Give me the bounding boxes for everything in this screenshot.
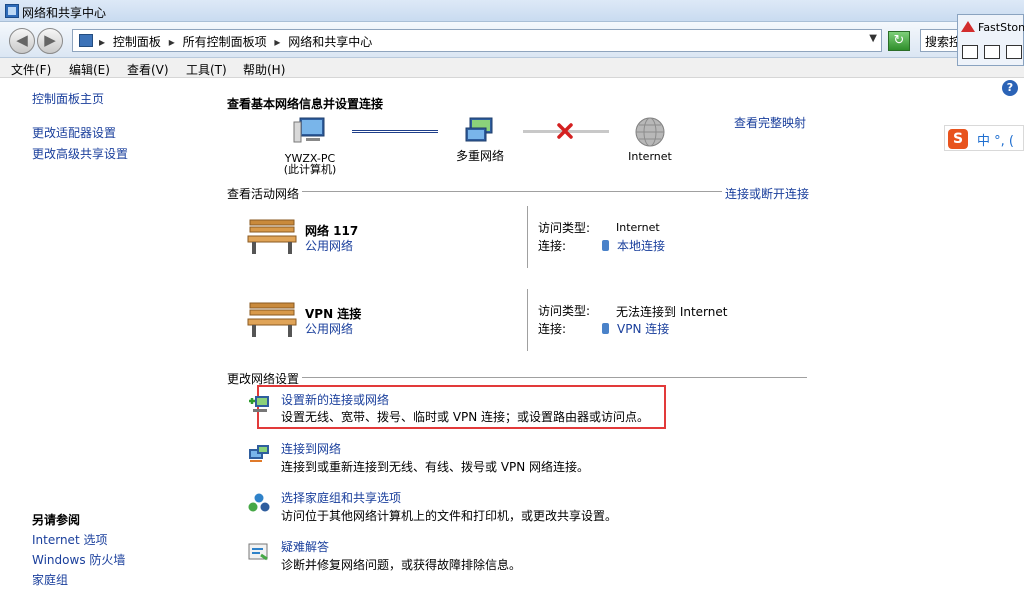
menu-tools[interactable]: 工具(T)	[186, 61, 227, 78]
vpn-plug-icon	[602, 323, 609, 334]
map-computer-caption: (此计算机)	[283, 163, 337, 176]
menu-bar: 文件(F) 编辑(E) 查看(V) 工具(T) 帮助(H)	[0, 58, 1024, 78]
globe-icon	[635, 117, 665, 147]
computer-icon	[293, 117, 325, 143]
menu-edit[interactable]: 编辑(E)	[69, 61, 110, 78]
forward-button[interactable]: ▶	[37, 28, 63, 54]
breadcrumb-separator[interactable]: ▸	[169, 35, 175, 49]
connect-or-disconnect-link[interactable]: 连接或断开连接	[722, 185, 810, 202]
disconnected-x-icon	[557, 123, 573, 139]
menu-view[interactable]: 查看(V)	[127, 61, 169, 78]
network-center-icon	[5, 4, 19, 18]
help-icon[interactable]: ?	[1002, 80, 1018, 96]
open-folder-icon[interactable]	[962, 45, 978, 59]
map-network-node[interactable]	[462, 116, 502, 149]
network-1-access-value: Internet	[616, 221, 660, 234]
network-1-access-label: 访问类型:	[538, 221, 591, 235]
task-troubleshoot-link[interactable]: 疑难解答	[281, 538, 329, 555]
map-link-line	[352, 130, 438, 133]
menu-help[interactable]: 帮助(H)	[243, 61, 285, 78]
connect-to-network-icon	[249, 445, 269, 462]
task-connect-to-network-link[interactable]: 连接到网络	[281, 440, 341, 457]
network-2-connection-label: 连接:	[538, 322, 567, 336]
control-panel-icon	[79, 34, 93, 47]
multiple-networks-icon	[465, 117, 493, 142]
network-2-divider	[527, 289, 528, 351]
task-setup-new-connection-desc: 设置无线、宽带、拨号、临时或 VPN 连接；或设置路由器或访问点。	[281, 410, 650, 424]
page-title: 查看基本网络信息并设置连接	[227, 97, 384, 111]
ethernet-plug-icon	[602, 240, 609, 251]
refresh-button[interactable]: ↻	[888, 31, 910, 51]
map-network-label: 多重网络	[455, 149, 504, 163]
map-internet-node[interactable]	[634, 116, 666, 151]
see-also-windows-firewall[interactable]: Windows 防火墙	[32, 551, 125, 568]
section-divider	[227, 377, 807, 378]
address-bar[interactable]: ▸ 控制面板 ▸ 所有控制面板项 ▸ 网络和共享中心 ▼	[72, 29, 882, 52]
network-1-divider	[527, 206, 528, 268]
map-computer-node[interactable]	[282, 116, 338, 149]
public-network-bench-icon	[247, 302, 297, 337]
sogou-logo-icon[interactable]: S	[948, 129, 968, 149]
capture-window-icon[interactable]	[984, 45, 1000, 59]
back-button[interactable]: ◀	[9, 28, 35, 54]
address-toolbar: ◀ ▶ ▸ 控制面板 ▸ 所有控制面板项 ▸ 网络和共享中心 ▼ ↻ 搜索控制面…	[0, 22, 1024, 58]
map-internet-label: Internet	[628, 150, 672, 163]
window-title: 网络和共享中心	[22, 6, 107, 20]
network-2-connection-value[interactable]: VPN 连接	[617, 322, 669, 336]
task-connect-to-network-desc: 连接到或重新连接到无线、有线、拨号或 VPN 网络连接。	[281, 460, 590, 474]
breadcrumb-network-center[interactable]: 网络和共享中心	[288, 35, 372, 49]
sidebar-change-adapter-settings[interactable]: 更改适配器设置	[32, 124, 116, 141]
section-divider	[227, 191, 807, 192]
network-1-type-link[interactable]: 公用网络	[305, 237, 353, 254]
troubleshoot-icon	[248, 543, 268, 561]
ime-status[interactable]: 中 °, (	[977, 130, 1014, 149]
title-bar: 网络和共享中心	[0, 0, 1024, 22]
breadcrumb-all-items[interactable]: 所有控制面板项	[183, 35, 267, 49]
task-homegroup-sharing-desc: 访问位于其他网络计算机上的文件和打印机，或更改共享设置。	[281, 509, 618, 523]
homegroup-icon	[248, 493, 270, 512]
see-also-internet-options[interactable]: Internet 选项	[32, 531, 107, 548]
network-2-access-label: 访问类型:	[538, 304, 591, 318]
faststone-label: FastStone	[978, 21, 1024, 34]
network-1-connection-link[interactable]: 本地连接	[602, 237, 665, 254]
active-networks-label: 查看活动网络	[227, 185, 303, 202]
task-troubleshoot-desc: 诊断并修复网络问题，或获得故障排除信息。	[281, 558, 522, 572]
breadcrumb: ▸ 控制面板 ▸ 所有控制面板项 ▸ 网络和共享中心	[99, 33, 376, 50]
sidebar-control-panel-home[interactable]: 控制面板主页	[32, 90, 104, 107]
capture-region-icon[interactable]	[1006, 45, 1022, 59]
breadcrumb-separator[interactable]: ▸	[99, 35, 105, 49]
public-network-bench-icon	[247, 219, 297, 254]
view-full-map-link[interactable]: 查看完整映射	[734, 114, 806, 131]
network-2-connection-link[interactable]: VPN 连接	[602, 320, 669, 337]
network-2-access-value: 无法连接到 Internet	[616, 305, 728, 319]
see-also-homegroup[interactable]: 家庭组	[32, 571, 68, 588]
breadcrumb-separator[interactable]: ▸	[274, 35, 280, 49]
task-homegroup-sharing-link[interactable]: 选择家庭组和共享选项	[281, 489, 401, 506]
menu-file[interactable]: 文件(F)	[11, 61, 51, 78]
chevron-down-icon[interactable]: ▼	[869, 33, 877, 44]
sidebar-change-advanced-sharing[interactable]: 更改高级共享设置	[32, 145, 128, 162]
network-1-connection-label: 连接:	[538, 239, 567, 253]
breadcrumb-control-panel[interactable]: 控制面板	[113, 35, 161, 49]
network-2-type-link[interactable]: 公用网络	[305, 320, 353, 337]
task-setup-new-connection-link[interactable]: 设置新的连接或网络	[281, 391, 389, 408]
see-also-title: 另请参阅	[32, 513, 81, 527]
network-1-connection-value[interactable]: 本地连接	[617, 239, 665, 253]
new-connection-icon	[249, 396, 269, 412]
ime-toolbar: S 中 °, (	[944, 125, 1024, 151]
faststone-logo-icon	[961, 21, 975, 32]
faststone-capture-panel: FastStone	[957, 14, 1024, 66]
